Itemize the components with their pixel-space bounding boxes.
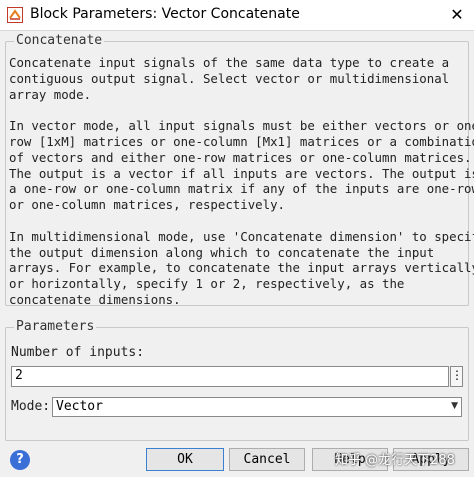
window-title: Block Parameters: Vector Concatenate — [30, 6, 300, 22]
simulink-block-icon — [7, 7, 23, 23]
watermark: 知乎 @龙行天下288 — [335, 453, 455, 468]
parameters-group-legend: Parameters — [14, 319, 97, 334]
ok-button[interactable]: OK — [146, 448, 224, 471]
mode-select[interactable]: Vector ▼ — [52, 397, 462, 417]
number-of-inputs-label: Number of inputs: — [11, 345, 145, 360]
mode-select-value: Vector — [56, 399, 103, 414]
number-of-inputs-field[interactable]: 2 — [11, 366, 449, 387]
chevron-down-icon: ▼ — [451, 401, 458, 411]
help-icon[interactable]: ? — [10, 450, 30, 470]
mode-label: Mode: — [11, 399, 51, 414]
block-description: Concatenate input signals of the same da… — [9, 55, 474, 307]
description-group-legend: Concatenate — [14, 33, 105, 48]
number-of-inputs-value: 2 — [15, 368, 23, 383]
close-button[interactable]: ✕ — [446, 4, 468, 26]
more-options-button[interactable]: ⋮ — [450, 366, 463, 387]
title-bar: Block Parameters: Vector Concatenate ✕ — [0, 0, 474, 31]
cancel-button[interactable]: Cancel — [229, 448, 305, 471]
